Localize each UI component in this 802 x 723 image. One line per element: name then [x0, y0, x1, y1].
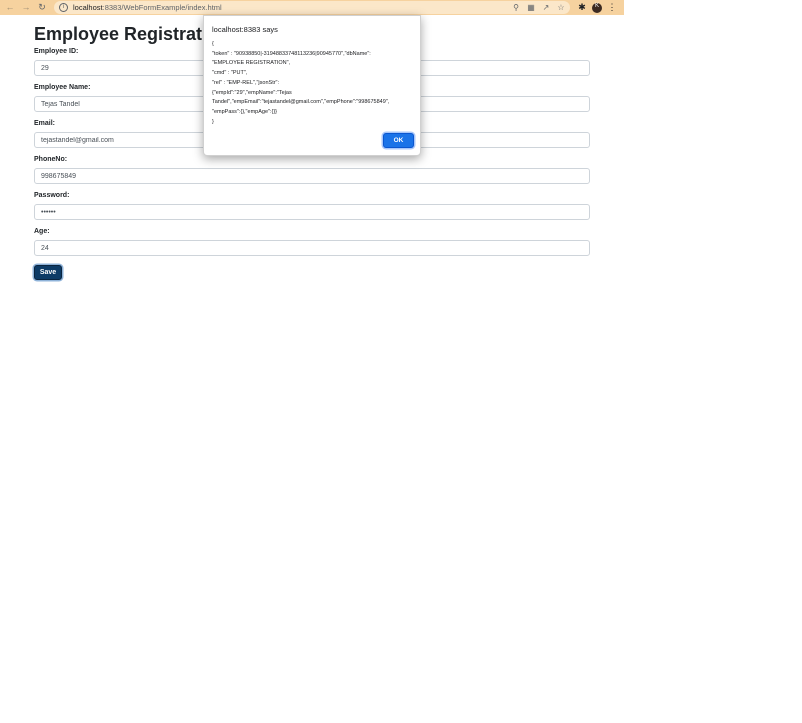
bookmark-star-icon[interactable]: ☆	[556, 3, 566, 12]
dialog-message: { "token" : "90938850|-31948833748113236…	[212, 41, 390, 125]
browser-toolbar: ← → ↻ i localhost:8383/WebFormExample/in…	[0, 0, 624, 15]
share-icon[interactable]: ↗	[541, 3, 551, 12]
address-bar[interactable]: i localhost:8383/WebFormExample/index.ht…	[54, 1, 570, 14]
password-label: Password:	[34, 192, 70, 199]
profile-avatar[interactable]: K	[592, 2, 602, 13]
address-bar-actions: ⚲ ▦ ↗ ☆	[511, 1, 566, 14]
extensions-puzzle-icon[interactable]: ✱	[577, 3, 587, 12]
alert-dialog: localhost:8383 says { "token" : "9093885…	[203, 15, 421, 156]
age-input[interactable]	[34, 240, 590, 256]
more-menu-icon[interactable]: ⋮	[607, 3, 617, 12]
address-url[interactable]: localhost:8383/WebFormExample/index.html	[73, 3, 222, 12]
ok-button[interactable]: OK	[383, 133, 414, 148]
url-path: :8383/WebFormExample/index.html	[102, 3, 222, 12]
dialog-title: localhost:8383 says	[212, 25, 278, 34]
key-icon[interactable]: ⚲	[511, 3, 521, 12]
reload-icon[interactable]: ↻	[34, 0, 50, 15]
arrow-right-icon[interactable]: →	[18, 0, 34, 15]
employee-id-label: Employee ID:	[34, 48, 79, 55]
password-input[interactable]	[34, 204, 590, 220]
arrow-left-icon[interactable]: ←	[2, 0, 18, 15]
email-label: Email:	[34, 120, 56, 127]
translate-icon[interactable]: ▦	[526, 3, 536, 12]
employee-name-label: Employee Name:	[34, 84, 91, 91]
phone-input[interactable]	[34, 168, 590, 184]
toolbar-actions: ✱ K ⋮	[577, 0, 617, 15]
phone-label: PhoneNo:	[34, 156, 68, 163]
age-label: Age:	[34, 228, 50, 235]
save-button[interactable]: Save	[34, 265, 62, 280]
info-icon[interactable]: i	[59, 3, 68, 12]
url-host: localhost	[73, 3, 103, 12]
